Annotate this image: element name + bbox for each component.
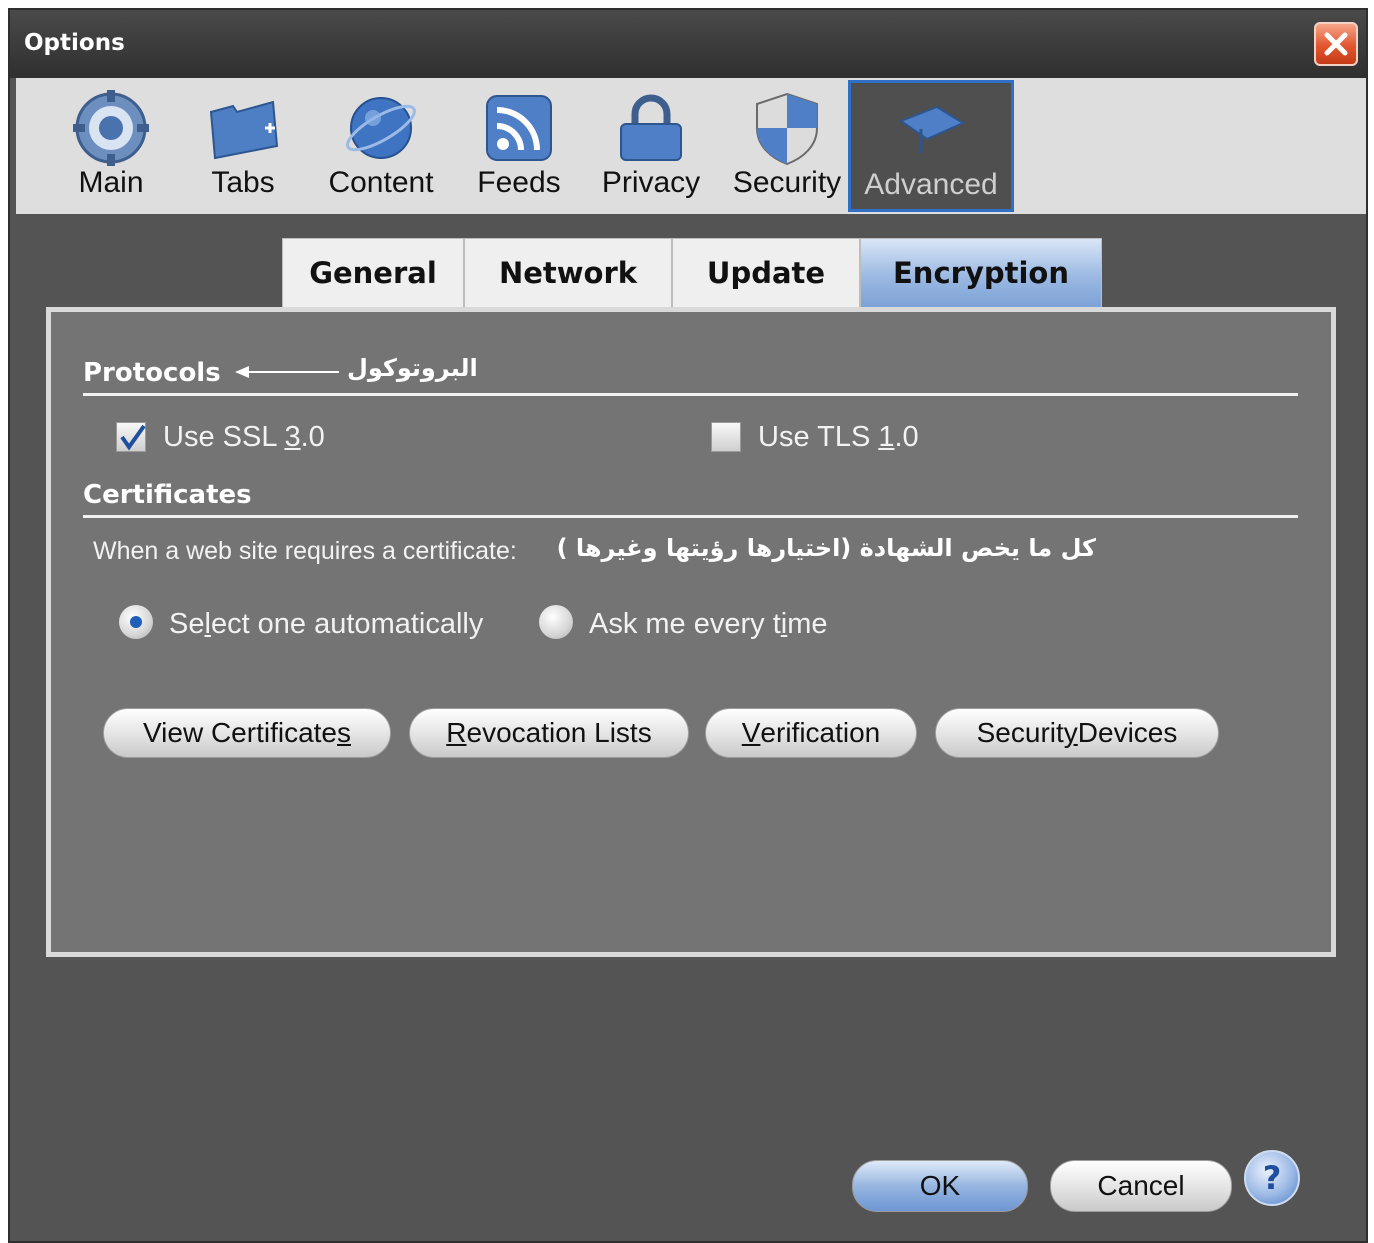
btn-label-post: evocation Lists — [466, 717, 652, 748]
toolbar-item-main[interactable]: Main — [56, 78, 166, 214]
tab-network[interactable]: Network — [464, 238, 672, 308]
certificate-prompt: When a web site requires a certificate: — [93, 537, 517, 565]
btn-label-pre: Securit — [976, 717, 1064, 748]
toolbar-item-label: Feeds — [477, 166, 561, 199]
tab-update[interactable]: Update — [672, 238, 860, 308]
arrow-left-icon — [235, 366, 339, 378]
auto-label-pre: Se — [169, 608, 205, 640]
tls-label[interactable]: Use TLS 1.0 — [758, 421, 919, 454]
toolbar-item-content[interactable]: Content — [316, 78, 446, 214]
btn-label-mnemonic: s — [337, 717, 351, 748]
revocation-lists-button[interactable]: Revocation Lists — [409, 708, 689, 758]
help-button[interactable]: ? — [1244, 1150, 1300, 1206]
btn-label-post: Devices — [1077, 717, 1178, 748]
toolbar-item-tabs[interactable]: Tabs — [188, 78, 298, 214]
ssl-label-pre: Use SSL — [163, 421, 285, 453]
btn-label-mnemonic: V — [741, 717, 761, 748]
btn-label-post: erification — [760, 717, 881, 748]
close-button[interactable] — [1314, 22, 1358, 66]
certificates-heading: Certificates — [83, 480, 252, 510]
ask-every-time-label[interactable]: Ask me every time — [589, 608, 828, 641]
toolbar-item-security[interactable]: Security — [722, 78, 852, 214]
auto-label-post: ect one automatically — [210, 608, 484, 640]
view-certificates-button[interactable]: View Certificate s — [103, 708, 391, 758]
toolbar-item-feeds[interactable]: Feeds — [464, 78, 574, 214]
toolbar-item-label: Privacy — [601, 166, 701, 199]
gear-icon — [73, 90, 149, 166]
ask-label-post: me — [787, 608, 828, 640]
protocols-heading: Protocols — [83, 358, 221, 388]
folder-tab-icon — [209, 100, 279, 160]
help-icon: ? — [1262, 1159, 1282, 1197]
tls-label-pre: Use TLS — [758, 421, 879, 453]
encryption-panel: Protocols البروتوكول Use SSL 3.0 Use TLS… — [46, 307, 1336, 957]
security-devices-button[interactable]: Securit y Devices — [935, 708, 1219, 758]
btn-label-mnemonic: R — [446, 717, 467, 748]
verification-button[interactable]: Verification — [705, 708, 917, 758]
ask-label-pre: Ask me every t — [589, 608, 781, 640]
shield-icon — [756, 92, 818, 166]
btn-label-pre: View Certificate — [142, 717, 337, 748]
ask-every-time-radio[interactable] — [539, 605, 573, 639]
title-bar[interactable]: Options — [10, 10, 1366, 78]
toolbar-item-label: Content — [328, 166, 434, 199]
tab-encryption[interactable]: Encryption — [860, 238, 1102, 308]
tls-label-post: .0 — [894, 421, 919, 453]
ssl-label-mnemonic: 3 — [284, 421, 301, 453]
tab-general[interactable]: General — [282, 238, 464, 308]
window-title: Options — [24, 30, 125, 56]
toolbar-item-label: Main — [78, 166, 144, 199]
close-icon — [1324, 32, 1348, 56]
toolbar-item-label: Advanced — [864, 168, 998, 201]
ssl-label[interactable]: Use SSL 3.0 — [163, 421, 325, 454]
globe-icon — [346, 97, 416, 159]
graduation-cap-icon — [898, 105, 966, 153]
tls-label-mnemonic: 1 — [878, 421, 895, 453]
checkmark-icon — [120, 424, 146, 451]
category-toolbar: Main Tabs Content Feeds Privacy Security… — [16, 78, 1366, 214]
options-dialog: Options Main Tabs Content Feeds Privacy … — [8, 8, 1368, 1243]
ok-button[interactable]: OK — [852, 1160, 1028, 1212]
rss-icon — [486, 95, 552, 161]
lock-icon — [620, 94, 682, 161]
certificates-annotation: كل ما يخص الشهادة (اختيارها رؤيتها وغيره… — [556, 534, 1096, 562]
tls-checkbox[interactable] — [711, 422, 741, 452]
select-automatically-radio[interactable] — [119, 605, 153, 639]
certificates-divider — [83, 515, 1298, 518]
ssl-checkbox[interactable] — [116, 422, 146, 452]
protocols-divider — [83, 393, 1298, 396]
toolbar-item-label: Tabs — [211, 166, 275, 199]
btn-label-mnemonic: y — [1063, 717, 1078, 748]
toolbar-item-advanced[interactable]: Advanced — [848, 80, 1014, 212]
ssl-label-post: .0 — [300, 421, 325, 453]
toolbar-item-privacy[interactable]: Privacy — [591, 78, 711, 214]
cancel-button[interactable]: Cancel — [1050, 1160, 1232, 1212]
toolbar-item-label: Security — [732, 166, 842, 199]
protocols-annotation: البروتوكول — [347, 354, 478, 382]
select-automatically-label[interactable]: Select one automatically — [169, 608, 483, 641]
